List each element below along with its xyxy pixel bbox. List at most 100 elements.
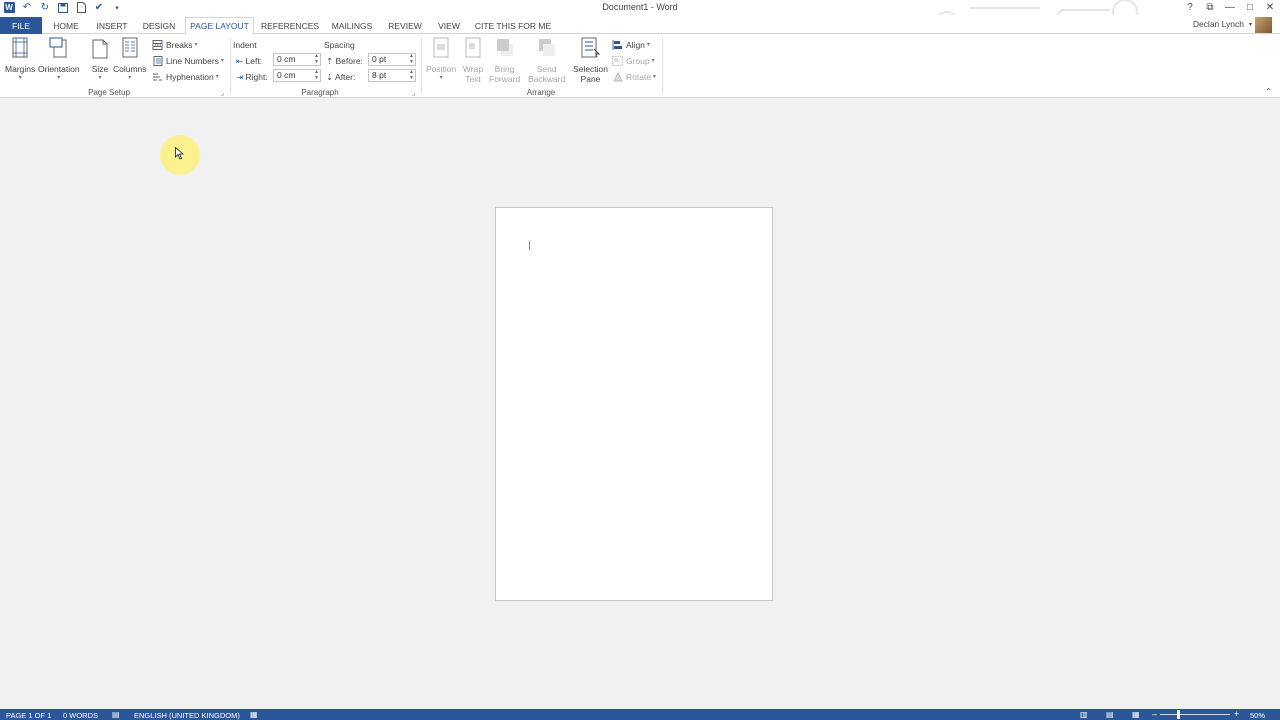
selection-pane-label-2: Pane bbox=[580, 74, 601, 84]
spacing-heading: Spacing bbox=[324, 40, 355, 50]
selection-pane-icon bbox=[581, 37, 601, 58]
document-title: Document1 - Word bbox=[602, 2, 678, 12]
read-mode-icon[interactable]: ▥ bbox=[1080, 710, 1088, 719]
tab-review[interactable]: REVIEW bbox=[386, 17, 424, 34]
orientation-button[interactable]: Orientation ▾ bbox=[38, 36, 80, 82]
tab-design[interactable]: DESIGN bbox=[140, 17, 178, 34]
hyphenation-button[interactable]: Hyphenation ▾ bbox=[152, 70, 219, 84]
indent-left-input[interactable]: 0 cm ▲ ▼ bbox=[273, 53, 321, 66]
position-button[interactable]: Position ▾ bbox=[426, 36, 456, 82]
indent-left-spinner-icon[interactable]: ▲ ▼ bbox=[314, 53, 319, 65]
tab-file[interactable]: FILE bbox=[0, 17, 42, 34]
spacing-after-icon: ⇣ bbox=[326, 72, 334, 82]
indent-right-text: Right: bbox=[245, 72, 268, 82]
spacing-before-icon: ⇡ bbox=[326, 56, 334, 66]
send-backward-icon bbox=[538, 39, 555, 56]
breaks-label: Breaks bbox=[166, 40, 193, 50]
columns-label: Columns bbox=[113, 64, 147, 74]
undo-icon[interactable]: ↶ bbox=[18, 0, 36, 15]
macro-recording-icon[interactable]: ▦ bbox=[250, 710, 258, 719]
spacing-after-input[interactable]: 8 pt ▲ ▼ bbox=[368, 69, 416, 82]
zoom-slider-track[interactable] bbox=[1160, 714, 1230, 715]
send-backward-button[interactable]: Send Backward bbox=[528, 36, 565, 84]
avatar[interactable] bbox=[1255, 17, 1272, 33]
tab-home[interactable]: HOME bbox=[50, 17, 82, 34]
indent-left-icon: ⇤ bbox=[236, 56, 244, 66]
indent-right-input[interactable]: 0 cm ▲ ▼ bbox=[273, 69, 321, 82]
minimize-button[interactable]: — bbox=[1220, 0, 1240, 15]
indent-right-icon: ⇥ bbox=[236, 72, 244, 82]
redo-icon[interactable]: ↻ bbox=[36, 0, 54, 15]
size-button[interactable]: Size ▾ bbox=[89, 36, 111, 82]
align-label: Align bbox=[626, 40, 645, 50]
spacing-before-input[interactable]: 0 pt ▲ ▼ bbox=[368, 53, 416, 66]
arrange-group-label: Arrange bbox=[526, 88, 556, 97]
spacing-after-spinner-icon[interactable]: ▲ ▼ bbox=[409, 69, 414, 81]
document-page[interactable] bbox=[495, 207, 773, 601]
indent-right-spinner-icon[interactable]: ▲ ▼ bbox=[314, 69, 319, 81]
wrap-text-label-2: Text bbox=[465, 74, 481, 84]
user-name[interactable]: Declan Lynch bbox=[1193, 19, 1244, 29]
paragraph-dialog-launcher-icon[interactable]: ⌟ bbox=[412, 89, 420, 97]
position-label: Position bbox=[426, 64, 457, 74]
zoom-in-button[interactable]: + bbox=[1234, 709, 1239, 719]
zoom-out-button[interactable]: – bbox=[1152, 709, 1157, 719]
position-chevron-down-icon: ▾ bbox=[439, 75, 443, 81]
wrap-text-icon bbox=[465, 37, 481, 58]
tab-references[interactable]: REFERENCES bbox=[261, 17, 319, 34]
new-document-icon[interactable] bbox=[72, 0, 90, 15]
align-icon bbox=[612, 40, 622, 50]
tab-insert[interactable]: INSERT bbox=[94, 17, 130, 34]
wrap-text-button[interactable]: Wrap Text bbox=[462, 36, 484, 84]
margins-label: Margins bbox=[5, 64, 36, 74]
print-layout-icon[interactable]: ▤ bbox=[1106, 710, 1114, 719]
page-setup-group-label: Page Setup bbox=[88, 88, 130, 97]
wrap-text-label-1: Wrap bbox=[462, 64, 484, 74]
page-setup-dialog-launcher-icon[interactable]: ⌟ bbox=[221, 89, 229, 97]
line-numbers-label: Line Numbers bbox=[166, 56, 219, 66]
ribbon: Margins ▾ Orientation ▾ Size ▾ Columns ▾… bbox=[0, 34, 1280, 98]
ribbon-separator bbox=[421, 38, 422, 94]
save-icon[interactable] bbox=[54, 0, 72, 15]
orientation-icon bbox=[49, 37, 67, 58]
spacing-before-spinner-icon[interactable]: ▲ ▼ bbox=[409, 53, 414, 65]
margins-button[interactable]: Margins ▾ bbox=[5, 36, 35, 82]
ribbon-display-options-button[interactable]: ⧉ bbox=[1200, 0, 1220, 15]
word-count-status[interactable]: 0 WORDS bbox=[63, 711, 98, 720]
group-button[interactable]: Group ▾ bbox=[612, 54, 655, 68]
indent-left-value: 0 cm bbox=[277, 54, 296, 64]
paragraph-group-label: Paragraph bbox=[301, 88, 339, 97]
rotate-button[interactable]: Rotate ▾ bbox=[612, 70, 656, 84]
breaks-button[interactable]: Breaks ▾ bbox=[152, 38, 197, 52]
tab-view[interactable]: VIEW bbox=[434, 17, 464, 34]
hyphenation-icon bbox=[153, 73, 162, 81]
selection-pane-button[interactable]: Selection Pane bbox=[573, 36, 608, 84]
zoom-level[interactable]: 50% bbox=[1250, 711, 1265, 720]
indent-heading: Indent bbox=[233, 40, 257, 50]
line-numbers-button[interactable]: Line Numbers ▾ bbox=[152, 54, 224, 68]
zoom-slider-thumb[interactable] bbox=[1177, 710, 1180, 719]
help-button[interactable]: ? bbox=[1180, 0, 1200, 15]
web-layout-icon[interactable]: ▦ bbox=[1132, 710, 1140, 719]
align-button[interactable]: Align ▾ bbox=[612, 38, 650, 52]
customize-qat-icon[interactable]: ▾ bbox=[108, 0, 126, 15]
proofing-icon[interactable]: ▤ bbox=[112, 710, 120, 719]
columns-button[interactable]: Columns ▾ bbox=[113, 36, 147, 82]
close-button[interactable]: ✕ bbox=[1260, 0, 1280, 15]
ribbon-separator bbox=[662, 38, 663, 94]
tab-mailings[interactable]: MAILINGS bbox=[328, 17, 376, 34]
group-icon bbox=[612, 56, 623, 66]
language-status[interactable]: ENGLISH (UNITED KINGDOM) bbox=[134, 711, 240, 720]
word-logo-icon[interactable]: W bbox=[0, 0, 18, 15]
page-count-status[interactable]: PAGE 1 OF 1 bbox=[6, 711, 51, 720]
position-icon bbox=[433, 37, 449, 58]
tab-page-layout[interactable]: PAGE LAYOUT bbox=[185, 17, 254, 35]
spacing-after-label: ⇣ After: bbox=[326, 72, 355, 83]
maximize-button[interactable]: □ bbox=[1240, 0, 1260, 15]
tab-cite-this-for-me[interactable]: CITE THIS FOR ME bbox=[474, 17, 552, 34]
collapse-ribbon-icon[interactable]: ⌃ bbox=[1265, 87, 1272, 96]
spelling-check-icon[interactable]: ✔ bbox=[90, 0, 108, 15]
margins-icon bbox=[12, 37, 28, 58]
bring-forward-button[interactable]: Bring Forward bbox=[489, 36, 520, 84]
user-menu-chevron-down-icon[interactable]: ▾ bbox=[1249, 21, 1252, 28]
